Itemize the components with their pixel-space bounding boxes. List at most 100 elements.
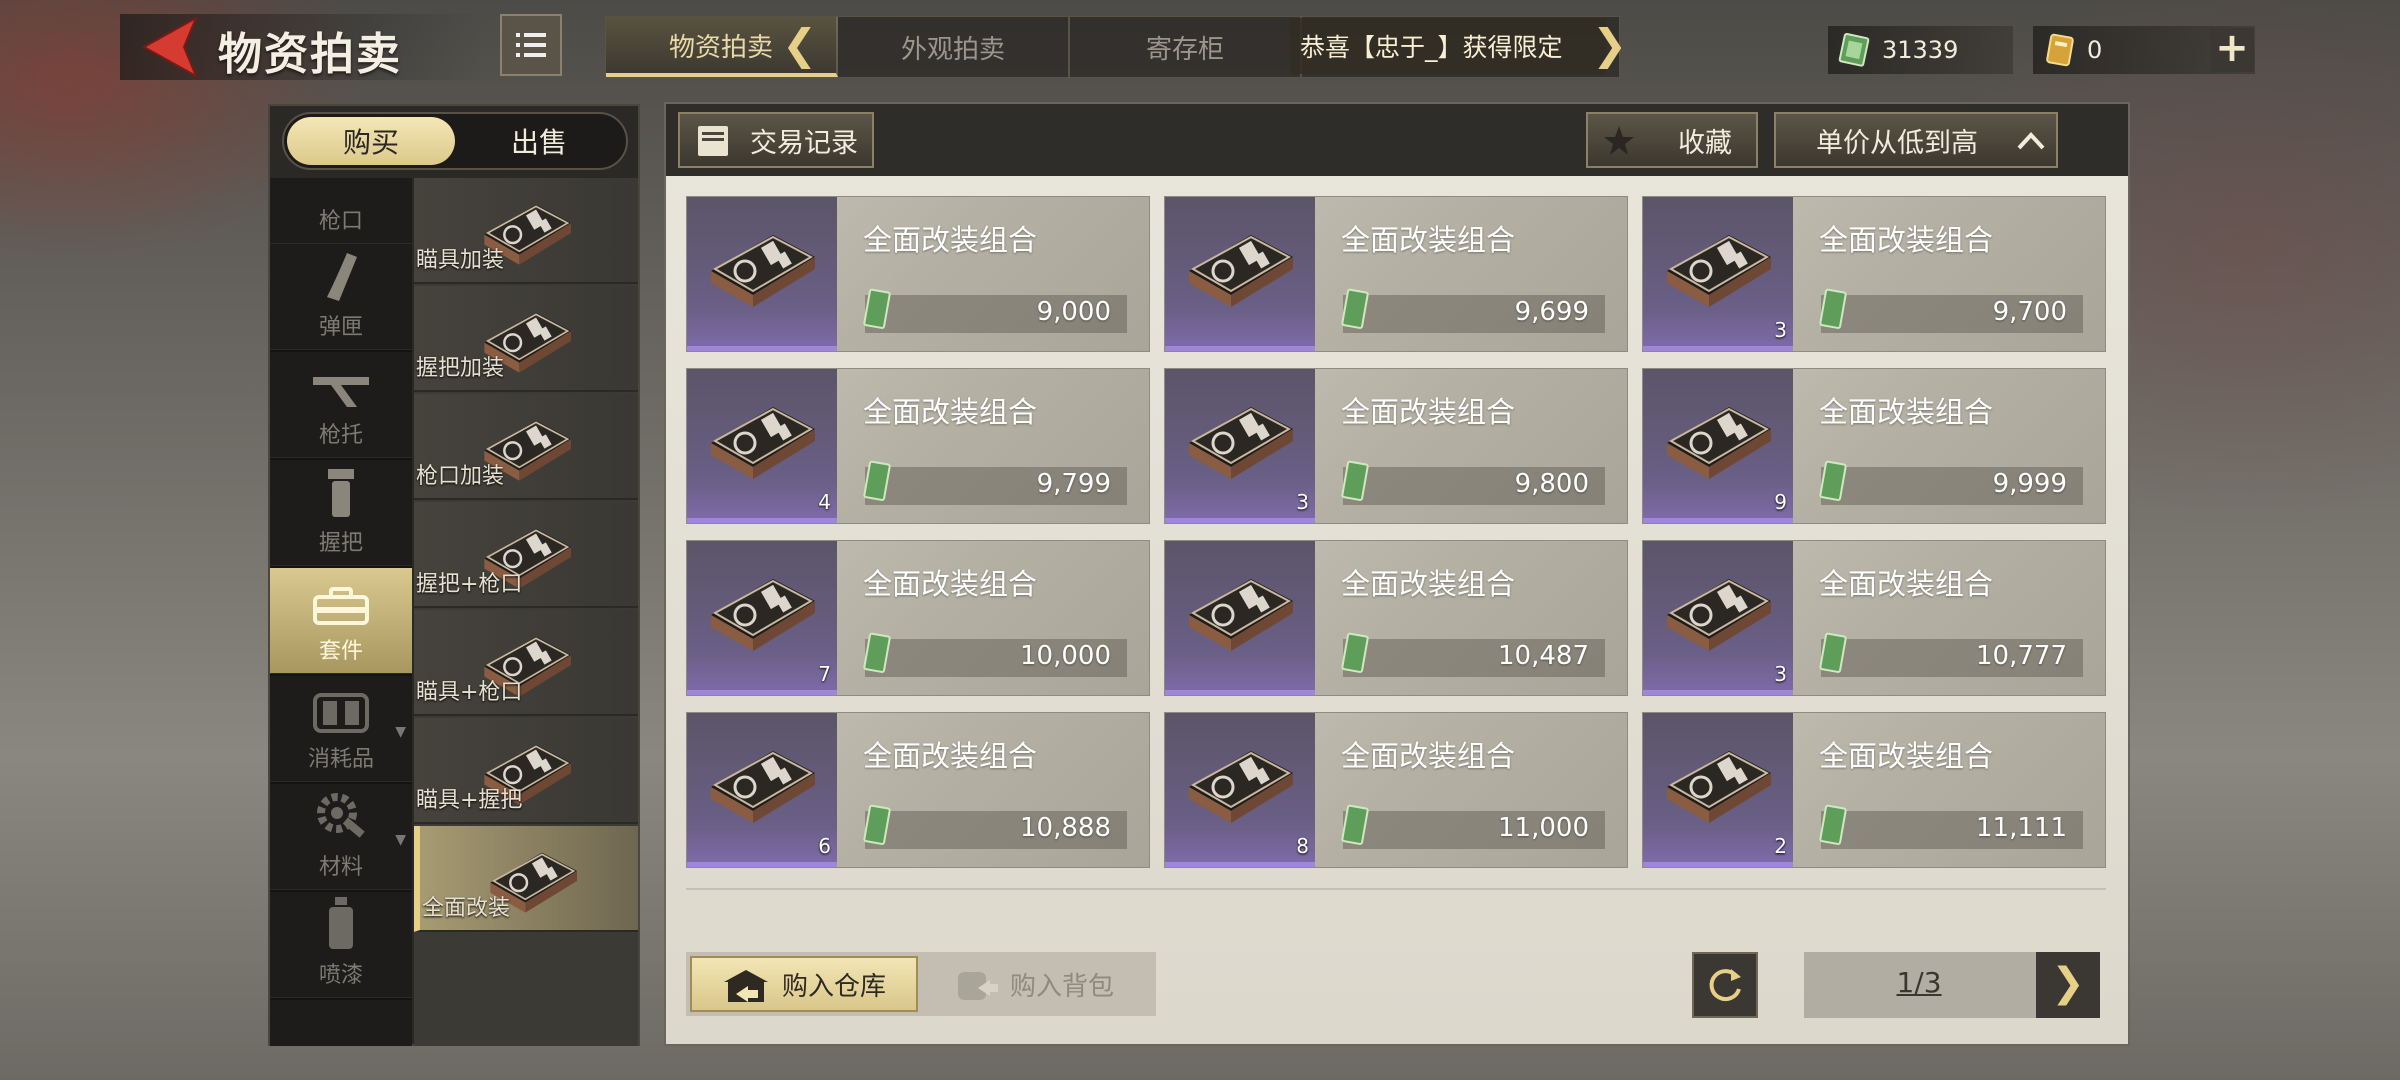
- favorites-button[interactable]: 收藏: [1586, 112, 1758, 168]
- kit-icon: [313, 587, 369, 625]
- item-name: 全面改装组合: [1819, 739, 1994, 773]
- item-card[interactable]: 9 全面改装组合 9,999: [1642, 368, 2106, 524]
- category-stock[interactable]: 枪托: [270, 352, 412, 458]
- subcategory-item[interactable]: 握把加装: [414, 286, 638, 392]
- cash-amount: 31339: [1882, 36, 1959, 64]
- menu-button[interactable]: [500, 14, 562, 76]
- item-name: 全面改装组合: [1819, 395, 1994, 429]
- item-card[interactable]: 全面改装组合 9,699: [1164, 196, 1628, 352]
- sell-toggle-button[interactable]: 出售: [455, 117, 623, 165]
- item-quantity: 3: [1296, 490, 1309, 514]
- sort-button[interactable]: 单价从低到高: [1774, 112, 2058, 168]
- subcategory-item[interactable]: 瞄具+握把: [414, 718, 638, 824]
- subcategory-item[interactable]: 瞄具加装: [414, 178, 638, 284]
- tab-storage-locker[interactable]: 寄存柜: [1070, 17, 1302, 77]
- back-arrow-icon[interactable]: [138, 14, 200, 80]
- tab-appearance-auction[interactable]: 外观拍卖: [838, 17, 1070, 77]
- item-quantity: 9: [1774, 490, 1787, 514]
- item-name: 全面改装组合: [1341, 395, 1516, 429]
- item-thumbnail: 4: [687, 369, 837, 523]
- item-thumbnail: [687, 197, 837, 351]
- expand-arrow-icon: ▼: [395, 832, 406, 848]
- item-card[interactable]: 8 全面改装组合 11,000: [1164, 712, 1628, 868]
- page-title: 物资拍卖: [218, 29, 402, 80]
- sort-label: 单价从低到高: [1816, 127, 1978, 159]
- category-label: 枪口: [318, 209, 363, 234]
- category-list: 枪口 弹匣 枪托 握把 套件 ▼ 消耗品 ▼ 材料 喷漆: [270, 178, 412, 1046]
- category-muzzle[interactable]: 枪口: [270, 178, 412, 244]
- backpack-icon: [958, 972, 998, 1000]
- weapon-case-icon: [709, 577, 817, 653]
- item-thumbnail: 3: [1643, 197, 1793, 351]
- warehouse-icon: [724, 970, 768, 1002]
- item-price: 9,999: [1992, 469, 2067, 499]
- buy-to-backpack-label: 购入背包: [1010, 971, 1115, 1002]
- magazine-icon: [327, 253, 357, 301]
- refresh-button[interactable]: [1692, 952, 1758, 1018]
- cash-icon: [1341, 460, 1369, 501]
- subcategory-list: 瞄具加装 握把加装 枪口加装 握把+枪口 瞄具+枪口 瞄具+握把 全面改装: [414, 178, 638, 1046]
- item-quantity: 6: [818, 834, 831, 858]
- item-name: 全面改装组合: [1819, 223, 1994, 257]
- weapon-case-icon: [709, 749, 817, 825]
- buy-sell-toggle: 购买 出售: [282, 112, 628, 170]
- item-name: 全面改装组合: [863, 223, 1038, 257]
- subcategory-item[interactable]: 枪口加装: [414, 394, 638, 500]
- item-thumbnail: 7: [687, 541, 837, 695]
- ticker-chevron-right-icon: ❯: [1592, 20, 1628, 69]
- item-card[interactable]: 全面改装组合 10,487: [1164, 540, 1628, 696]
- list-menu-icon: [516, 33, 546, 57]
- cash-icon: [863, 632, 891, 673]
- item-price: 10,888: [1020, 813, 1111, 843]
- weapon-case-icon: [1187, 405, 1295, 481]
- item-card[interactable]: 6 全面改装组合 10,888: [686, 712, 1150, 868]
- category-label: 握把: [318, 531, 363, 556]
- cash-icon: [1819, 460, 1847, 501]
- add-currency-button[interactable]: +: [2210, 28, 2254, 72]
- item-card[interactable]: 3 全面改装组合 9,700: [1642, 196, 2106, 352]
- item-quantity: 2: [1774, 834, 1787, 858]
- category-paint[interactable]: 喷漆: [270, 892, 412, 998]
- cash-icon: [1341, 804, 1369, 845]
- cash-icon: [863, 460, 891, 501]
- item-quantity: 4: [818, 490, 831, 514]
- buy-to-warehouse-button[interactable]: 购入仓库: [690, 956, 918, 1012]
- item-card[interactable]: 4 全面改装组合 9,799: [686, 368, 1150, 524]
- category-magazine[interactable]: 弹匣: [270, 244, 412, 350]
- buy-to-backpack-button[interactable]: 购入背包: [930, 956, 1152, 1012]
- item-card[interactable]: 2 全面改装组合 11,111: [1642, 712, 2106, 868]
- star-icon: [1604, 126, 1634, 155]
- ticket-icon: [2046, 33, 2074, 67]
- pagination: 1/3 ❯: [1804, 952, 2100, 1018]
- subcategory-item[interactable]: 瞄具+枪口: [414, 610, 638, 716]
- item-card[interactable]: 3 全面改装组合 9,800: [1164, 368, 1628, 524]
- document-icon: [698, 126, 728, 156]
- item-thumbnail: 3: [1643, 541, 1793, 695]
- category-consumable[interactable]: ▼ 消耗品: [270, 676, 412, 782]
- announcement-ticker: 恭喜【忠于_】获得限定: [1290, 18, 1606, 74]
- paint-icon: [329, 897, 353, 949]
- ticket-amount: 0: [2087, 36, 2103, 64]
- category-material[interactable]: ▼ 材料: [270, 784, 412, 890]
- category-kit[interactable]: 套件: [270, 568, 412, 674]
- cash-icon: [1341, 632, 1369, 673]
- weapon-case-icon: [1665, 233, 1773, 309]
- weapon-case-icon: [709, 405, 817, 481]
- item-name: 全面改装组合: [863, 739, 1038, 773]
- chevron-right-icon: ❯: [2051, 960, 2085, 1006]
- item-card[interactable]: 7 全面改装组合 10,000: [686, 540, 1150, 696]
- category-more[interactable]: [270, 1000, 412, 1046]
- item-card[interactable]: 3 全面改装组合 10,777: [1642, 540, 2106, 696]
- trade-history-button[interactable]: 交易记录: [678, 112, 874, 168]
- subcategory-item-full-mod[interactable]: 全面改装: [414, 826, 638, 932]
- tab-chevron-left-icon: ❮: [782, 20, 818, 69]
- weapon-case-icon: [1665, 749, 1773, 825]
- buy-toggle-button[interactable]: 购买: [287, 117, 455, 165]
- category-grip[interactable]: 握把: [270, 460, 412, 566]
- item-card[interactable]: 全面改装组合 9,000: [686, 196, 1150, 352]
- cash-display: 31339: [1828, 26, 2013, 74]
- item-name: 全面改装组合: [1341, 223, 1516, 257]
- subcategory-item[interactable]: 握把+枪口: [414, 502, 638, 608]
- weapon-case-icon: [1187, 749, 1295, 825]
- next-page-button[interactable]: ❯: [2036, 952, 2100, 1018]
